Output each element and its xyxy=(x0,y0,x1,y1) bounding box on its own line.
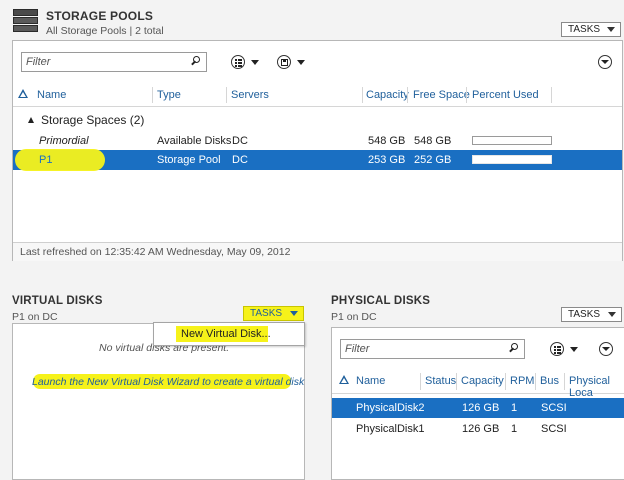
percent-used-bar xyxy=(472,136,552,145)
list-view-dropdown-icon[interactable] xyxy=(251,60,259,65)
table-row-selected[interactable]: PhysicalDisk2 126 GB 1 SCSI xyxy=(332,398,624,418)
storage-pools-subtitle: All Storage Pools | 2 total xyxy=(46,25,164,37)
physical-disks-panel: Filter Name Status Capacity RPM Bus Phys… xyxy=(331,327,624,480)
status-bar: Last refreshed on 12:35:42 AM Wednesday,… xyxy=(13,242,622,261)
column-header-bus[interactable]: Bus xyxy=(540,375,559,387)
storage-pools-tasks-button[interactable]: TASKS xyxy=(561,22,621,37)
column-header-servers[interactable]: Servers xyxy=(231,89,269,101)
highlight-mark xyxy=(15,149,105,171)
storage-pools-panel: Filter Name Type Servers Capacity Free S… xyxy=(12,40,623,261)
search-icon xyxy=(509,343,519,353)
virtual-disks-panel: No virtual disks are present. Launch the… xyxy=(12,323,305,480)
pool-capacity: 253 GB xyxy=(368,154,406,166)
tasks-label: TASKS xyxy=(568,309,601,320)
last-refreshed-text: Last refreshed on 12:35:42 AM Wednesday,… xyxy=(20,246,291,258)
virtual-disks-subtitle: P1 on DC xyxy=(12,311,58,323)
tasks-label: TASKS xyxy=(250,308,283,319)
disk-bus: SCSI xyxy=(541,423,567,435)
save-query-dropdown-icon[interactable] xyxy=(297,60,305,65)
table-row[interactable]: Primordial Available Disks DC 548 GB 548… xyxy=(13,132,622,150)
pool-free-space: 252 GB xyxy=(414,154,452,166)
disk-rpm: 1 xyxy=(511,402,518,414)
filter-placeholder: Filter xyxy=(26,56,51,68)
column-header-name[interactable]: Name xyxy=(356,375,385,387)
column-header-status[interactable]: Status xyxy=(425,375,456,387)
percent-used-bar xyxy=(472,155,552,164)
disk-bus: SCSI xyxy=(541,402,567,414)
expand-collapse-icon[interactable] xyxy=(599,342,613,356)
chevron-down-icon xyxy=(608,312,616,317)
storage-pools-header-row: Name Type Servers Capacity Free Space Pe… xyxy=(13,85,622,107)
disk-rpm: 1 xyxy=(511,423,518,435)
list-view-options-icon[interactable] xyxy=(550,342,564,356)
chevron-down-icon xyxy=(607,27,615,32)
collapse-group-icon[interactable] xyxy=(28,117,34,123)
pool-name: P1 xyxy=(39,154,53,166)
column-header-name[interactable]: Name xyxy=(37,89,66,101)
pool-free-space: 548 GB xyxy=(414,135,452,147)
warning-icon xyxy=(339,375,349,385)
save-query-icon[interactable] xyxy=(277,55,291,69)
storage-pool-icon xyxy=(13,9,38,33)
new-virtual-disk-menu-item[interactable]: New Virtual Disk... xyxy=(181,328,271,340)
pool-capacity: 548 GB xyxy=(368,135,406,147)
pool-servers: DC xyxy=(232,154,248,166)
chevron-down-icon xyxy=(290,311,298,316)
filter-placeholder: Filter xyxy=(345,343,370,355)
warning-icon xyxy=(18,89,28,99)
disk-capacity: 126 GB xyxy=(462,402,500,414)
tasks-dropdown-menu: New Virtual Disk... xyxy=(153,322,305,346)
physical-disks-subtitle: P1 on DC xyxy=(331,311,377,323)
tasks-label: TASKS xyxy=(568,24,601,35)
list-view-options-icon[interactable] xyxy=(231,55,245,69)
pool-servers: DC xyxy=(232,135,248,147)
storage-pools-filter-input[interactable]: Filter xyxy=(21,52,207,72)
group-label: Storage Spaces (2) xyxy=(41,113,145,127)
storage-pools-section: STORAGE POOLS All Storage Pools | 2 tota… xyxy=(0,0,624,262)
physical-disks-title: PHYSICAL DISKS xyxy=(331,295,431,307)
pool-name: Primordial xyxy=(39,135,89,147)
physical-disks-header-row: Name Status Capacity RPM Bus Physical Lo… xyxy=(332,370,624,399)
search-icon xyxy=(191,56,201,66)
storage-pools-title: STORAGE POOLS xyxy=(46,9,154,23)
table-row-selected[interactable]: P1 Storage Pool DC 253 GB 252 GB xyxy=(13,149,622,171)
pool-type: Storage Pool xyxy=(157,154,221,166)
disk-name: PhysicalDisk1 xyxy=(356,423,425,435)
virtual-disks-tasks-button[interactable]: TASKS xyxy=(243,306,304,321)
virtual-disks-title: VIRTUAL DISKS xyxy=(12,295,103,307)
disk-name: PhysicalDisk2 xyxy=(356,402,425,414)
physical-disks-tasks-button[interactable]: TASKS xyxy=(561,307,622,322)
column-header-physical-location[interactable]: Physical Loca xyxy=(569,375,624,399)
expand-collapse-icon[interactable] xyxy=(598,55,612,69)
column-header-rpm[interactable]: RPM xyxy=(510,375,534,387)
group-row[interactable]: Storage Spaces (2) xyxy=(13,111,622,129)
column-header-capacity[interactable]: Capacity xyxy=(366,89,409,101)
table-row[interactable]: PhysicalDisk1 126 GB 1 SCSI xyxy=(332,419,624,439)
disk-capacity: 126 GB xyxy=(462,423,500,435)
column-header-percent-used[interactable]: Percent Used xyxy=(472,89,539,101)
list-view-dropdown-icon[interactable] xyxy=(570,347,578,352)
pool-type: Available Disks xyxy=(157,135,232,147)
physical-disks-filter-input[interactable]: Filter xyxy=(340,339,525,359)
column-header-type[interactable]: Type xyxy=(157,89,181,101)
new-virtual-disk-wizard-link[interactable]: Launch the New Virtual Disk Wizard to cr… xyxy=(32,376,304,388)
column-header-capacity[interactable]: Capacity xyxy=(461,375,504,387)
column-header-free-space[interactable]: Free Space xyxy=(413,89,470,101)
